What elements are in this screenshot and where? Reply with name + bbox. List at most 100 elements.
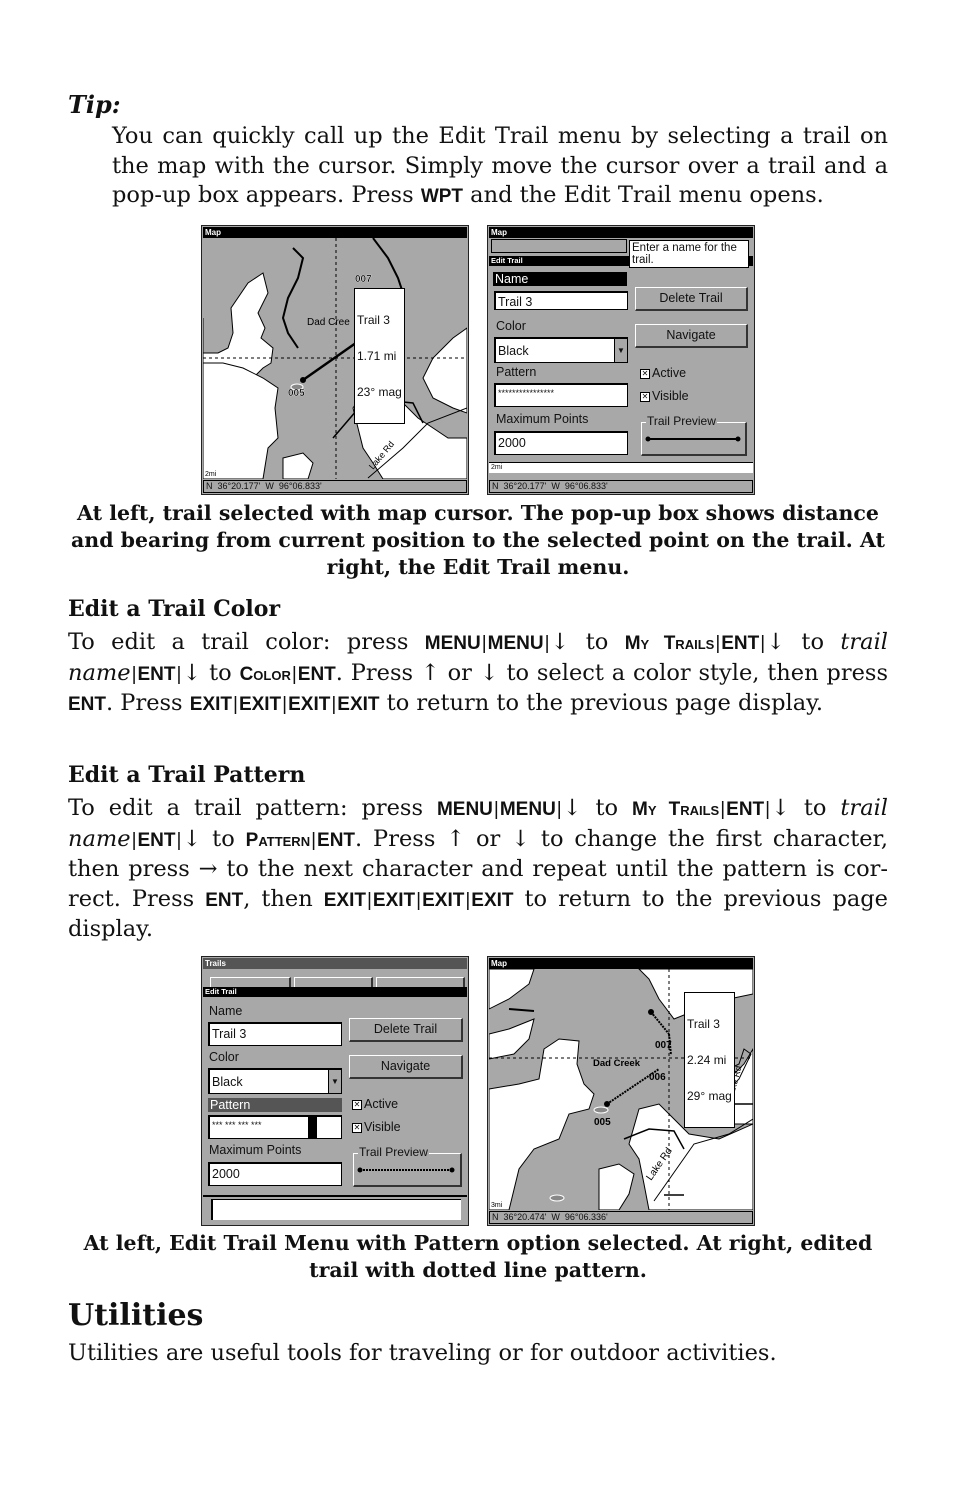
key-label: EXIT <box>337 694 380 715</box>
key-label: EXIT <box>372 889 416 911</box>
text-run: ↑ <box>420 659 440 686</box>
text-run: | <box>366 889 372 911</box>
place-label: Dad Cree <box>307 317 350 328</box>
key-label: ENT <box>317 829 356 851</box>
text-run: . Press <box>335 659 421 686</box>
key-label: ENT <box>68 694 106 715</box>
key-label: EXIT <box>471 889 514 911</box>
figure1-caption: At left, trail selected with map cursor.… <box>71 501 885 579</box>
pattern-label: Pattern <box>208 1098 342 1112</box>
pattern-input[interactable]: **************** <box>494 383 628 407</box>
delete-trail-button[interactable]: Delete Trail <box>635 287 748 311</box>
text-run: ↓ <box>182 825 202 852</box>
longitude: 96°06.833' <box>278 481 322 491</box>
text-run: ↓ <box>771 795 790 821</box>
key-label: MENU <box>487 633 544 654</box>
pattern-input[interactable]: *** *** *** *** <box>208 1115 342 1139</box>
active-checkbox[interactable]: ✕ Active <box>352 1097 398 1111</box>
screen-title: Map <box>489 227 753 238</box>
key-label: MENU <box>424 633 481 654</box>
text-run: or <box>465 825 512 852</box>
delete-trail-button[interactable]: Delete Trail <box>349 1018 463 1042</box>
longitude: 96°06.336' <box>564 1212 608 1222</box>
check-icon: ✕ <box>352 1123 362 1133</box>
color-label: Color <box>496 319 526 333</box>
scale-label: 2mi <box>205 471 217 478</box>
pattern-value: *** *** *** *** <box>212 1120 262 1130</box>
check-icon: ✕ <box>352 1100 362 1110</box>
text-run: | <box>291 663 297 685</box>
tooltip: Enter a name for the trail. <box>629 240 749 268</box>
text-run: . Press <box>355 825 447 852</box>
key-label: MENU <box>436 799 493 820</box>
popup-distance: 1.71 mi <box>357 349 397 363</box>
text-run: ↓ <box>562 795 582 821</box>
visible-checkbox[interactable]: ✕ Visible <box>640 389 689 403</box>
text-cursor <box>308 1117 317 1138</box>
text-run: | <box>131 663 137 685</box>
key-label: Pattern <box>245 829 311 851</box>
color-label: Color <box>209 1050 239 1064</box>
text-run: to select a color style, then press <box>498 659 889 686</box>
utilities-text: Utilities are useful tools for traveling… <box>68 1340 777 1366</box>
text-run: . Press <box>106 690 190 716</box>
visible-checkbox[interactable]: ✕ Visible <box>352 1120 401 1134</box>
text-run: ↓ <box>511 825 531 852</box>
scale-label: 2mi <box>491 464 503 471</box>
text-run: | <box>311 829 317 851</box>
color-dropdown[interactable]: Black ▼ <box>208 1068 342 1094</box>
name-input[interactable]: Trail 3 <box>208 1022 342 1046</box>
chevron-down-icon[interactable]: ▼ <box>328 1070 341 1093</box>
visible-label: Visible <box>364 1120 401 1134</box>
max-points-input[interactable]: 2000 <box>494 431 628 455</box>
key-label: EXIT <box>422 889 465 911</box>
list-area <box>211 1199 461 1220</box>
lat-hemisphere: N <box>492 481 499 491</box>
active-label: Active <box>652 366 687 380</box>
latitude: 36°20.177' <box>217 481 261 491</box>
popup-bearing: 23° mag <box>357 385 402 399</box>
color-value: Black <box>212 1075 243 1089</box>
map-canvas[interactable]: 007 005 Dad Cree Lake Rd 2mi <box>203 238 467 479</box>
figure2-caption: At left, Edit Trail Menu with Pattern op… <box>83 1231 873 1282</box>
popup-trail-name: Trail 3 <box>687 1017 720 1031</box>
screen-title: Trails <box>203 958 467 969</box>
lon-hemisphere: W <box>265 481 274 491</box>
key-label: Color <box>239 663 291 685</box>
key-label: ENT <box>205 889 244 911</box>
text-run: to <box>569 629 625 655</box>
navigate-button[interactable]: Navigate <box>635 324 748 348</box>
lat-hemisphere: N <box>492 1212 499 1222</box>
tip-text-2: and the Edit Trail menu opens. <box>463 182 824 208</box>
key-label: EXIT <box>288 694 331 715</box>
key-label: ENT <box>137 829 176 851</box>
color-dropdown[interactable]: Black ▼ <box>494 337 628 363</box>
popup-trail-name: Trail 3 <box>357 313 390 327</box>
key-label: ENT <box>137 663 176 685</box>
text-run: trail <box>840 795 888 821</box>
check-icon: ✕ <box>640 392 650 402</box>
text-run: , then <box>243 885 324 912</box>
max-points-input[interactable]: 2000 <box>208 1162 342 1186</box>
tip-title: Tip: <box>68 90 121 119</box>
chevron-down-icon[interactable]: ▼ <box>614 339 627 362</box>
name-label: Name <box>209 1004 243 1018</box>
tip-body: You can quickly call up the Edit Trail m… <box>112 122 888 212</box>
name-input[interactable]: Trail 3 <box>494 291 628 310</box>
waypoint-label: 005 <box>288 388 305 399</box>
popup-bearing: 29° mag <box>687 1089 732 1103</box>
text-run: | <box>481 633 487 654</box>
waypoint-label: 006 <box>649 1072 666 1083</box>
text-run: to <box>201 659 240 686</box>
max-points-label: Maximum Points <box>209 1143 302 1157</box>
edit-trail-screen-2: Trails Edit Trail Name Trail 3 Color Bla… <box>201 956 469 1226</box>
key-wpt: WPT <box>420 186 464 207</box>
active-checkbox[interactable]: ✕ Active <box>640 366 686 380</box>
edit-trail-screen-1: Map Edit Trail Enter a name for the trai… <box>487 225 755 495</box>
text-run: ↓ <box>766 629 786 655</box>
navigate-button[interactable]: Navigate <box>349 1055 463 1079</box>
section-heading-pattern: Edit a Trail Pattern <box>68 762 306 788</box>
key-label: EXIT <box>238 694 282 715</box>
waypoint-label: 005 <box>594 1117 611 1128</box>
name-label: Name <box>493 272 627 286</box>
